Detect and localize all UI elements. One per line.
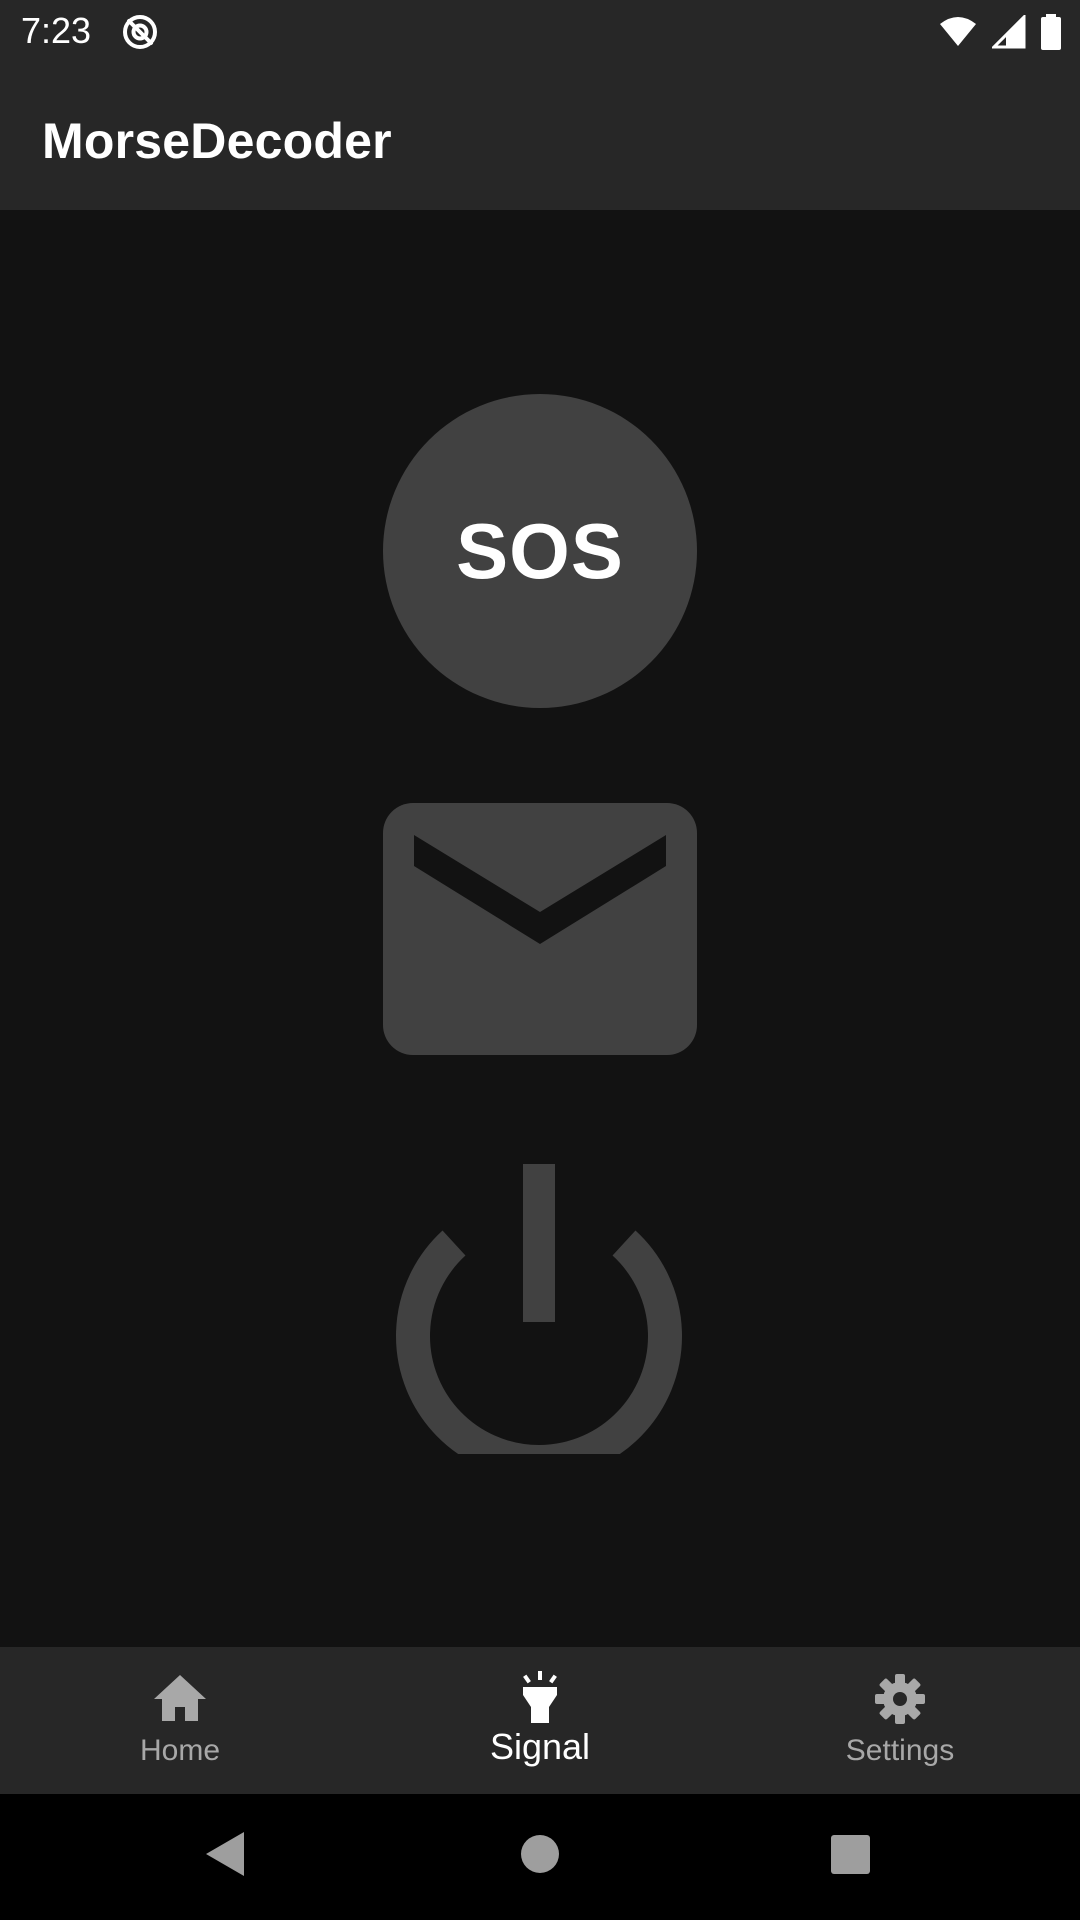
cell-signal-icon bbox=[992, 15, 1026, 49]
nav-label-settings: Settings bbox=[845, 1734, 955, 1767]
home-circle-icon[interactable] bbox=[510, 1824, 570, 1884]
nav-item-settings[interactable]: Settings bbox=[720, 1647, 1080, 1794]
app-notification-icon bbox=[123, 15, 157, 49]
system-navigation-bar bbox=[0, 1794, 1080, 1920]
wifi-icon bbox=[940, 17, 976, 46]
nav-label-signal: Signal bbox=[489, 1726, 591, 1767]
app-bar: MorseDecoder bbox=[0, 63, 1080, 210]
signal-screen-content: SOS bbox=[0, 210, 1080, 1647]
sos-label: SOS bbox=[456, 506, 624, 595]
battery-icon bbox=[1041, 14, 1061, 50]
nav-item-home[interactable]: Home bbox=[0, 1647, 360, 1794]
sos-button[interactable]: SOS bbox=[383, 394, 697, 708]
gear-icon bbox=[875, 1674, 925, 1724]
home-icon bbox=[154, 1675, 206, 1721]
status-time: 7:23 bbox=[21, 10, 92, 51]
back-icon[interactable] bbox=[196, 1824, 256, 1884]
bottom-navigation: Home Signal Settings bbox=[0, 1647, 1080, 1794]
status-icons bbox=[938, 12, 1062, 52]
nav-item-signal[interactable]: Signal bbox=[360, 1647, 720, 1794]
screen: 7:23 MorseDecoder SOS Home Signal Settin… bbox=[0, 0, 1080, 1920]
flashlight-icon bbox=[523, 1671, 557, 1723]
status-bar: 7:23 bbox=[0, 0, 1080, 63]
recents-icon[interactable] bbox=[820, 1824, 880, 1884]
power-icon[interactable] bbox=[394, 1164, 684, 1454]
app-title: MorseDecoder bbox=[42, 113, 392, 169]
message-icon[interactable] bbox=[383, 803, 697, 1055]
nav-label-home: Home bbox=[139, 1734, 221, 1767]
